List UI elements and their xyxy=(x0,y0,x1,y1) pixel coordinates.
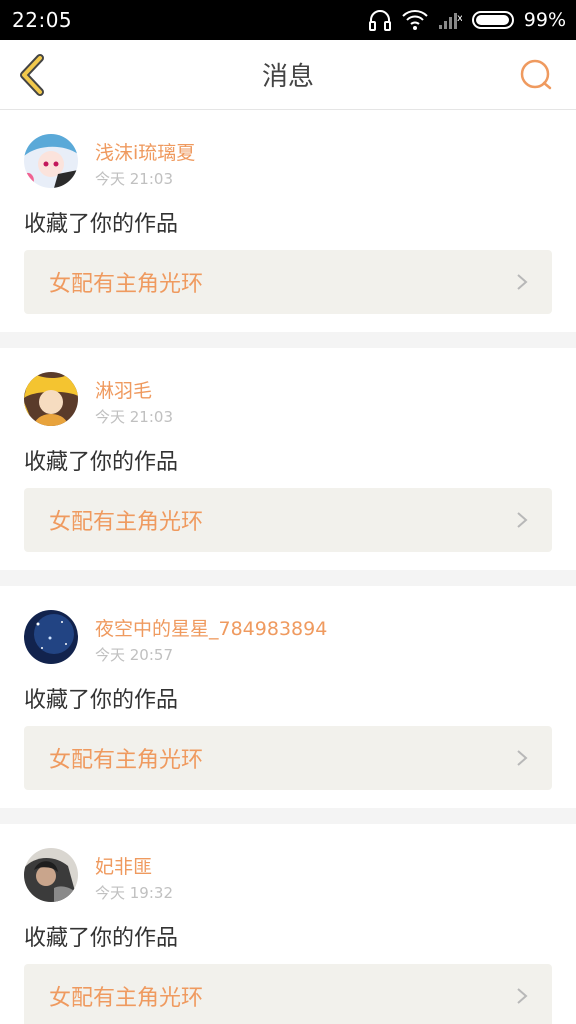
signal-icon: x xyxy=(438,13,462,29)
status-bar: 22:05 x 99% xyxy=(0,0,576,40)
avatar[interactable] xyxy=(24,372,78,426)
work-link[interactable]: 女配有主角光环 xyxy=(24,488,552,552)
username[interactable]: 妃非匪 xyxy=(95,852,152,879)
message-time: 今天 20:57 xyxy=(95,646,173,664)
status-icons: x 99% xyxy=(368,9,566,31)
message-time: 今天 21:03 xyxy=(95,408,173,426)
message-card: 妃非匪 今天 19:32 收藏了你的作品 女配有主角光环 xyxy=(0,824,576,1024)
work-title: 女配有主角光环 xyxy=(49,510,204,535)
work-link[interactable]: 女配有主角光环 xyxy=(24,964,552,1024)
work-title: 女配有主角光环 xyxy=(49,986,204,1011)
message-card: 夜空中的星星_784983894 今天 20:57 收藏了你的作品 女配有主角光… xyxy=(0,586,576,808)
message-action: 收藏了你的作品 xyxy=(24,688,179,713)
username[interactable]: 浅沫i琉璃夏 xyxy=(95,138,195,165)
username[interactable]: 夜空中的星星_784983894 xyxy=(95,614,327,641)
chevron-right-icon xyxy=(517,274,528,290)
search-icon[interactable] xyxy=(518,57,554,93)
page-title: 消息 xyxy=(261,62,314,92)
message-time: 今天 21:03 xyxy=(95,170,173,188)
message-action: 收藏了你的作品 xyxy=(24,450,179,475)
headset-icon xyxy=(368,10,391,31)
wifi-icon xyxy=(402,10,428,30)
message-card: 浅沫i琉璃夏 今天 21:03 收藏了你的作品 女配有主角光环 xyxy=(0,110,576,332)
work-link[interactable]: 女配有主角光环 xyxy=(24,726,552,790)
avatar[interactable] xyxy=(24,848,78,902)
work-title: 女配有主角光环 xyxy=(49,272,204,297)
battery-icon xyxy=(471,11,514,29)
chevron-right-icon xyxy=(517,750,528,766)
work-title: 女配有主角光环 xyxy=(49,748,204,773)
battery-percent: 99% xyxy=(523,9,566,31)
chevron-right-icon xyxy=(517,988,528,1004)
message-card: 淋羽毛 今天 21:03 收藏了你的作品 女配有主角光环 xyxy=(0,348,576,570)
chevron-right-icon xyxy=(517,512,528,528)
message-action: 收藏了你的作品 xyxy=(24,926,179,951)
avatar[interactable] xyxy=(24,134,78,188)
message-list: 浅沫i琉璃夏 今天 21:03 收藏了你的作品 女配有主角光环 淋羽毛 今天 2… xyxy=(0,110,576,1024)
nav-bar: 消息 xyxy=(0,40,576,110)
svg-text:x: x xyxy=(457,13,462,24)
work-link[interactable]: 女配有主角光环 xyxy=(24,250,552,314)
username[interactable]: 淋羽毛 xyxy=(95,376,152,403)
chevron-left-icon[interactable] xyxy=(14,52,50,98)
message-time: 今天 19:32 xyxy=(95,884,173,902)
message-action: 收藏了你的作品 xyxy=(24,212,179,237)
avatar[interactable] xyxy=(24,610,78,664)
status-time: 22:05 xyxy=(12,8,73,32)
